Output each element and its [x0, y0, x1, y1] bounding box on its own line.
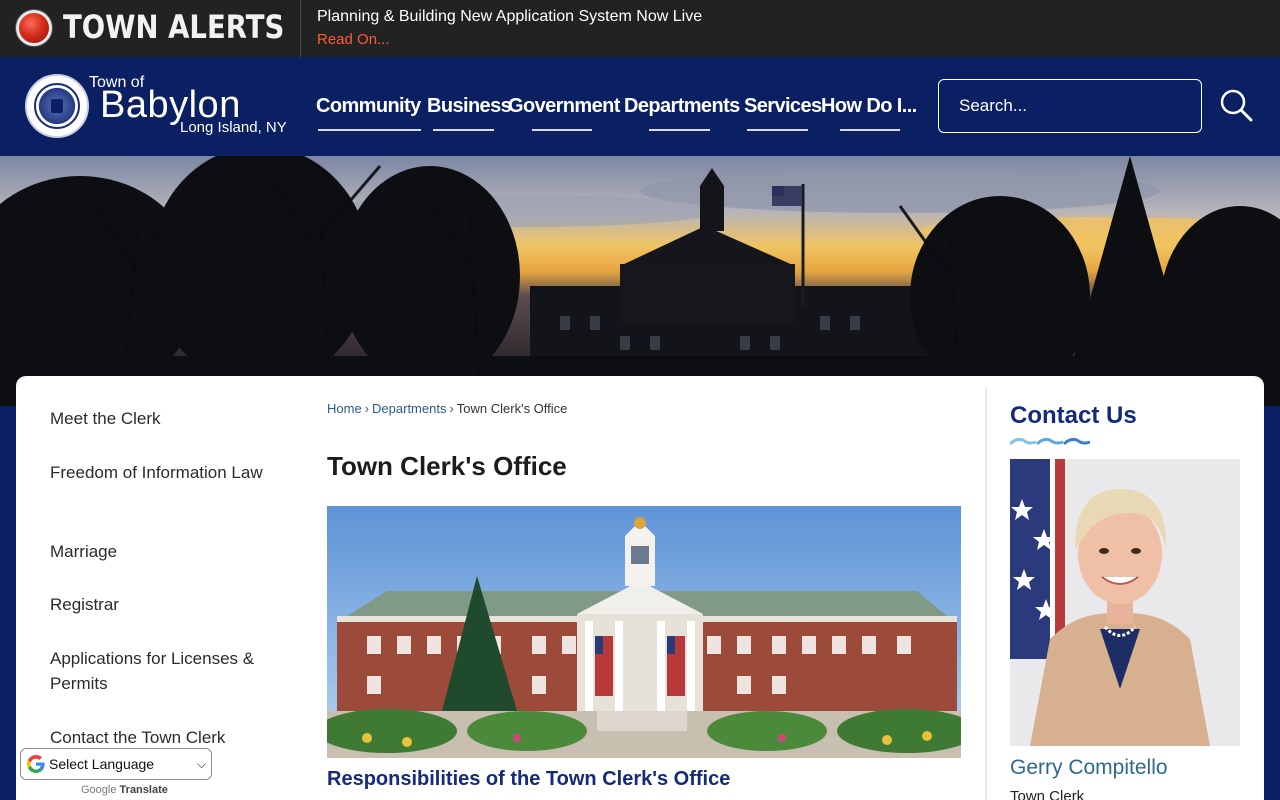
nav-underline — [840, 129, 900, 131]
town-seal-icon[interactable] — [25, 74, 89, 138]
nav-underline — [649, 129, 710, 131]
nav-underline — [433, 129, 494, 131]
search-input[interactable] — [938, 79, 1202, 133]
site-header: Town of Babylon Long Island, NY Communit… — [0, 57, 1280, 156]
seal-center — [51, 99, 63, 113]
page-title: Town Clerk's Office — [327, 451, 567, 481]
translate-label[interactable]: Translate — [120, 784, 168, 796]
search-button[interactable] — [1216, 85, 1256, 125]
sidebar-item-meet-the-clerk[interactable]: Meet the Clerk — [50, 406, 270, 431]
search-icon — [1220, 89, 1253, 122]
sidebar-item-licenses-permits[interactable]: Applications for Licenses & Permits — [50, 646, 270, 696]
town-hall-building-image — [327, 506, 961, 758]
nav-business[interactable]: Business — [427, 95, 512, 118]
clerk-name: Gerry Compitello — [1010, 756, 1168, 779]
column-divider — [985, 388, 987, 800]
content-card: Meet the Clerk Freedom of Information La… — [16, 376, 1264, 800]
town-alerts-bar: TOWN ALERTS Planning & Building New Appl… — [0, 0, 1280, 57]
google-g-icon — [27, 755, 45, 773]
clerk-portrait — [1010, 459, 1240, 746]
breadcrumb-home[interactable]: Home — [327, 401, 362, 416]
powered-by-google-translate: Google Translate — [81, 784, 168, 796]
language-select-label: Select Language — [49, 756, 155, 772]
nav-underline — [747, 129, 808, 131]
alerts-brand: TOWN ALERTS — [0, 0, 301, 57]
nav-community[interactable]: Community — [316, 95, 421, 118]
alerts-title: TOWN ALERTS — [63, 8, 285, 46]
sidebar-item-contact-clerk[interactable]: Contact the Town Clerk — [50, 725, 270, 750]
breadcrumb-current: Town Clerk's Office — [456, 401, 568, 416]
breadcrumb-separator: › — [364, 401, 370, 416]
breadcrumb: Home › Departments › Town Clerk's Office — [327, 401, 567, 416]
sidebar-item-registrar[interactable]: Registrar — [50, 592, 270, 617]
alert-beacon-icon — [16, 10, 52, 46]
nav-services[interactable]: Services — [744, 95, 822, 118]
contact-us-title: Contact Us — [1010, 402, 1137, 429]
waves-decoration-icon — [1010, 437, 1090, 446]
nav-underline — [532, 129, 592, 131]
clerk-portrait-image — [1010, 459, 1240, 746]
seal-emblem — [34, 83, 80, 129]
alert-read-on-link[interactable]: Read On... — [317, 31, 390, 48]
breadcrumb-departments[interactable]: Departments — [372, 401, 446, 416]
clerk-role: Town Clerk — [1010, 788, 1085, 800]
logo-location[interactable]: Long Island, NY — [180, 119, 287, 136]
alert-message: Planning & Building New Application Syst… — [317, 8, 703, 25]
nav-underline — [318, 129, 421, 131]
nav-how-do-i[interactable]: How Do I... — [821, 95, 917, 118]
google-wordmark: Google — [81, 784, 117, 796]
language-select[interactable]: Select Language ⌵ — [20, 748, 212, 780]
sidebar-item-foil[interactable]: Freedom of Information Law — [50, 460, 270, 485]
hero-banner — [0, 156, 1280, 406]
town-hall-sunset-image — [0, 156, 1280, 406]
sidebar-item-marriage[interactable]: Marriage — [50, 539, 270, 564]
section-heading-responsibilities: Responsibilities of the Town Clerk's Off… — [327, 768, 731, 790]
nav-government[interactable]: Government — [508, 95, 620, 118]
town-hall-photo — [327, 506, 961, 758]
chevron-down-icon: ⌵ — [197, 757, 207, 771]
breadcrumb-separator: › — [449, 401, 454, 416]
nav-departments[interactable]: Departments — [624, 95, 740, 118]
